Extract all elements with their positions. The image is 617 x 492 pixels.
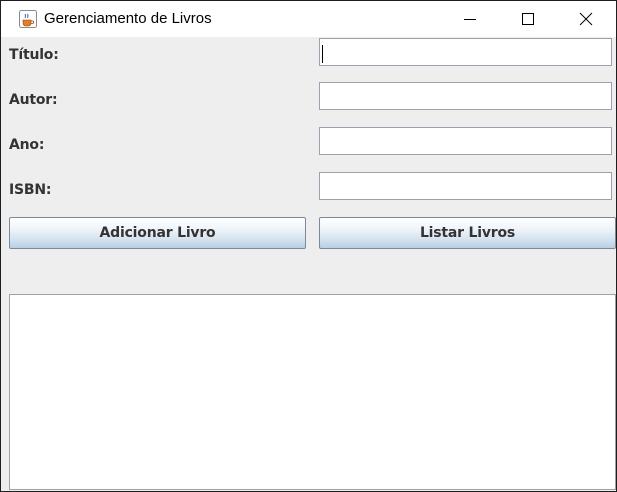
list-books-button[interactable]: Listar Livros <box>319 217 616 249</box>
autor-label: Autor: <box>9 92 58 108</box>
titulo-field[interactable] <box>319 38 612 66</box>
add-book-button[interactable]: Adicionar Livro <box>9 217 306 249</box>
title-bar[interactable]: Gerenciamento de Livros <box>1 1 616 37</box>
java-cup-icon <box>19 10 37 28</box>
isbn-field[interactable] <box>319 172 612 200</box>
autor-field[interactable] <box>319 82 612 110</box>
close-button[interactable] <box>557 1 615 37</box>
close-icon <box>579 12 593 26</box>
minimize-icon <box>464 19 476 20</box>
isbn-label: ISBN: <box>9 182 52 198</box>
ano-field[interactable] <box>319 127 612 155</box>
maximize-button[interactable] <box>499 1 557 37</box>
ano-label: Ano: <box>9 137 45 153</box>
maximize-icon <box>522 13 534 25</box>
output-text-area[interactable] <box>9 294 616 490</box>
text-caret <box>322 45 323 63</box>
minimize-button[interactable] <box>441 1 499 37</box>
titulo-label: Título: <box>9 47 59 63</box>
window-title: Gerenciamento de Livros <box>44 10 212 27</box>
content-pane: Título: Autor: Ano: ISBN: Adicionar Livr… <box>1 37 616 491</box>
application-window: Gerenciamento de Livros Título: Autor: A… <box>0 0 617 492</box>
